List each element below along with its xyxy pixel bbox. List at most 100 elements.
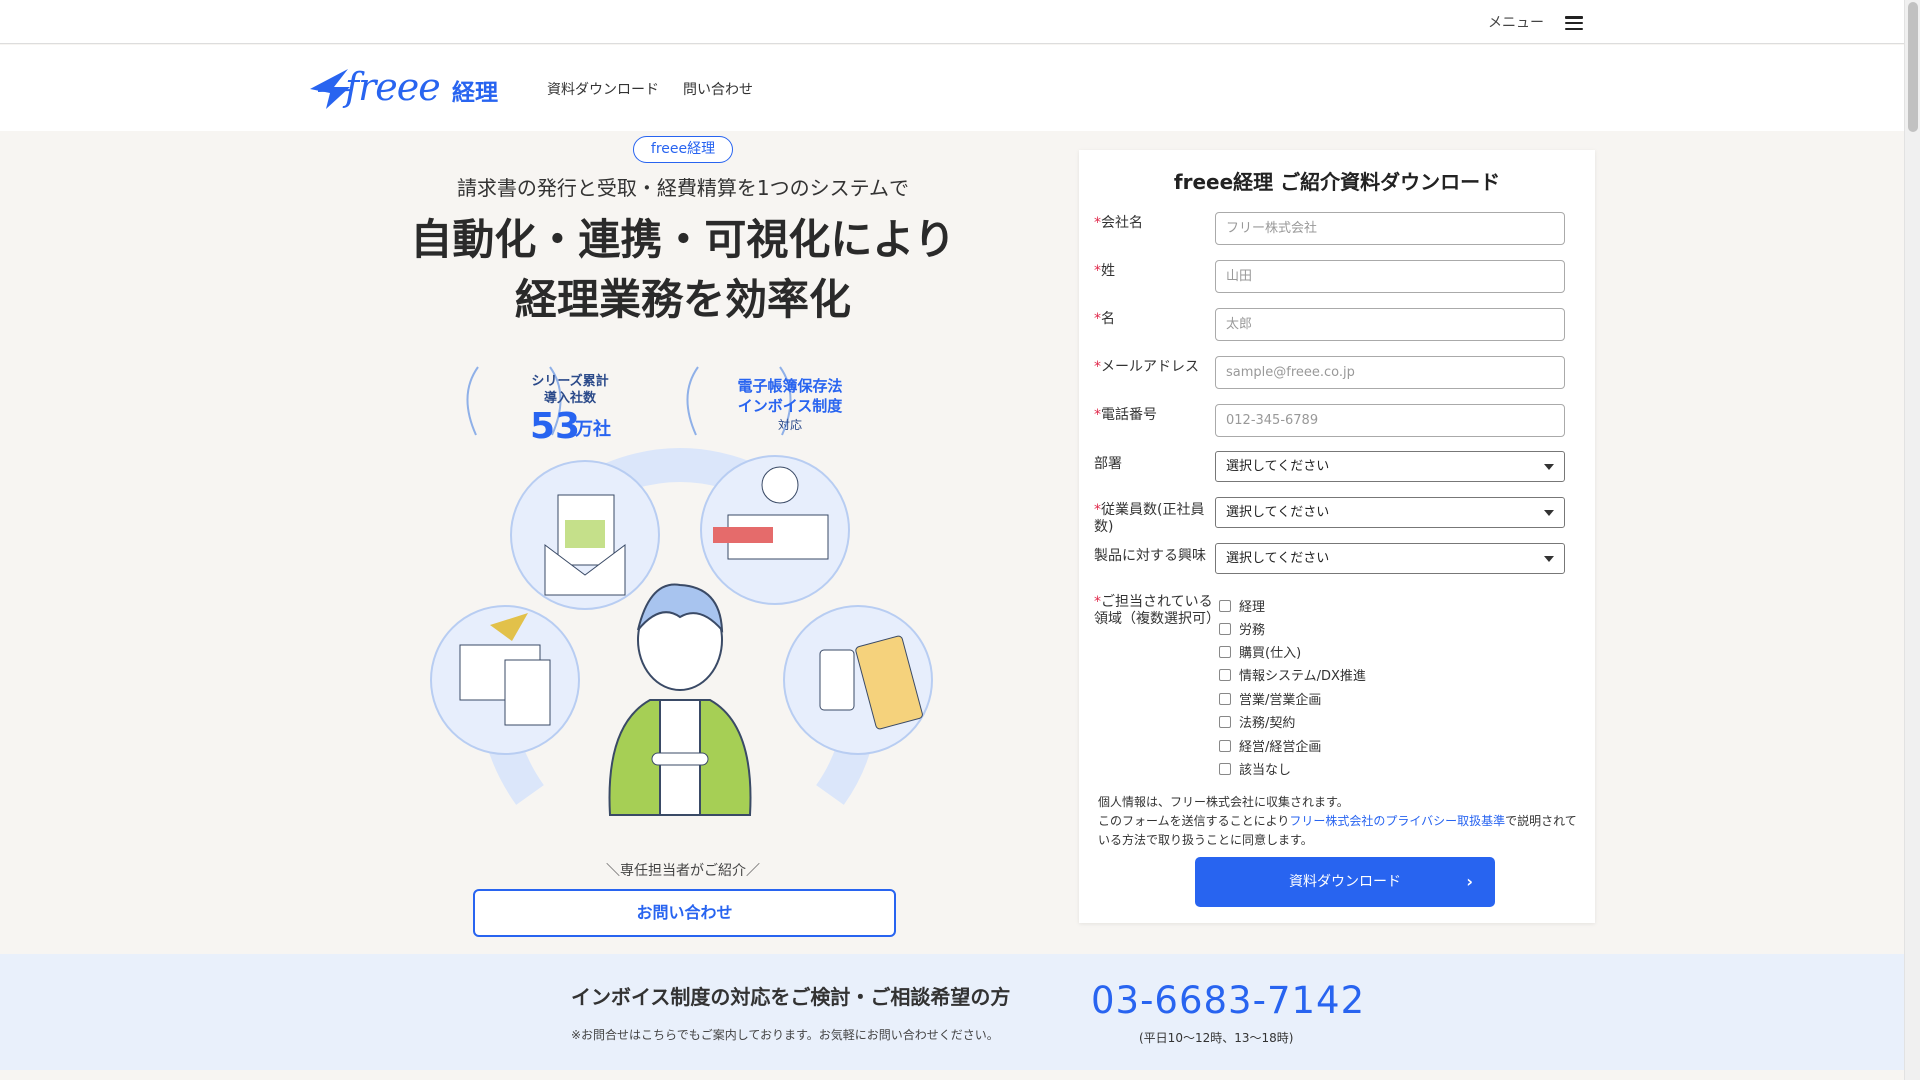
area-checkbox[interactable] [1219,645,1231,658]
area-checkbox-label: 購買(仕入) [1239,646,1302,661]
band-title: インボイス制度の対応をご検討・ご相談希望の方 [571,985,1011,1009]
nav-contact-link[interactable]: 問い合わせ [683,79,753,99]
email-label: *メールアドレス [1094,359,1214,376]
first-name-input[interactable] [1215,308,1565,341]
contact-caption: ＼専任担当者がご紹介／ [606,863,760,879]
phone-input[interactable] [1215,404,1565,437]
hamburger-menu-icon[interactable] [1565,16,1583,30]
email-label-text: メールアドレス [1101,359,1199,375]
email-input[interactable] [1215,356,1565,389]
department-select-value: 選択してください [1226,459,1330,474]
site-header: freee 経理 資料ダウンロード 問い合わせ [0,45,1904,131]
last-name-label: *姓 [1094,263,1214,280]
employees-label: *従業員数(正社員数) [1094,502,1214,536]
award1-line2: 導入社数 [544,390,597,406]
privacy-policy-link[interactable]: フリー株式会社のプライバシー取扱基準 [1289,814,1505,828]
area-checkbox-row[interactable]: 情報システム/DX推進 [1219,665,1366,684]
required-mark: * [1094,594,1101,610]
phone-number[interactable]: 03-6683-7142 [1091,979,1365,1022]
area-checkbox-label: 経営/経営企画 [1239,740,1322,755]
required-mark: * [1094,407,1101,423]
area-checkbox-row[interactable]: 労務 [1219,619,1265,638]
phone-hours: (平日10〜12時、13〜18時) [1139,1031,1294,1045]
area-checkbox-label: 営業/営業企画 [1239,693,1322,708]
band-note: ※お問合せはこちらでもご案内しております。お気軽にお問い合わせください。 [571,1028,999,1042]
logo-product-name: 経理 [452,80,498,106]
company-input[interactable] [1215,212,1565,245]
area-checkbox[interactable] [1219,668,1231,681]
area-checkbox[interactable] [1219,599,1231,612]
award2-line3: 対応 [778,418,802,432]
company-label: *会社名 [1094,215,1214,232]
person-illustration-icon [608,583,752,816]
privacy-text-1: 個人情報は、フリー株式会社に収集されます。 [1098,795,1349,809]
nav-download-link[interactable]: 資料ダウンロード [547,79,659,99]
last-name-label-text: 姓 [1101,263,1115,279]
award1-line1: シリーズ累計 [531,373,608,389]
employees-select-value: 選択してください [1226,505,1330,520]
area-checkbox-label: 労務 [1239,623,1266,638]
submit-button-label: 資料ダウンロード [1289,874,1401,890]
chevron-down-icon [1544,556,1554,562]
area-checkbox-row[interactable]: 法務/契約 [1219,712,1295,731]
chevron-right-icon: › [1466,872,1473,891]
area-checkbox[interactable] [1219,762,1231,775]
area-checkbox-row[interactable]: 経理 [1219,596,1265,615]
hero-subtitle: 請求書の発行と受取・経費精算を1つのシステムで [456,176,910,200]
hero-title-line2: 経理業務を効率化 [514,275,851,324]
award2-line1: 電子帳簿保存法 [737,377,842,395]
interest-select-value: 選択してください [1226,551,1330,566]
contact-button[interactable]: お問い合わせ [473,889,896,937]
award2-line2: インボイス制度 [738,397,844,415]
required-mark: * [1094,263,1101,279]
interest-select[interactable]: 選択してください [1215,543,1565,574]
required-mark: * [1094,359,1101,375]
department-label: 部署 [1094,456,1122,472]
award1-number: 53 [530,406,580,447]
phone-label-text: 電話番号 [1101,407,1157,423]
areas-label: *ご担当されている領域（複数選択可） [1094,594,1220,628]
area-checkbox-label: 該当なし [1239,763,1292,778]
area-checkbox-row[interactable]: 購買(仕入) [1219,642,1301,661]
hero-illustration: シリーズ累計 導入社数 53 万社 電子帳簿保存法 インボイス制度 対応 [430,366,933,816]
first-name-label-text: 名 [1101,311,1115,327]
areas-label-text: ご担当されている領域（複数選択可） [1094,594,1220,627]
company-label-text: 会社名 [1101,215,1143,231]
hero-title: 自動化・連携・可視化により 経理業務を効率化 [340,210,1026,330]
privacy-text-2: このフォームを送信することにより [1098,814,1290,828]
area-checkbox-label: 経理 [1239,600,1266,615]
last-name-input[interactable] [1215,260,1565,293]
area-checkbox[interactable] [1219,715,1231,728]
area-checkbox-label: 情報システム/DX推進 [1239,669,1366,684]
employees-label-text: 従業員数(正社員数) [1094,502,1205,535]
award1-unit: 万社 [574,418,611,440]
chevron-down-icon [1544,510,1554,516]
required-mark: * [1094,215,1101,231]
required-mark: * [1094,311,1101,327]
employees-select[interactable]: 選択してください [1215,497,1565,528]
area-checkbox[interactable] [1219,622,1231,635]
scrollbar-thumb[interactable] [1908,2,1918,132]
utility-bar: メニュー [0,0,1904,44]
area-checkbox[interactable] [1219,739,1231,752]
area-checkbox-label: 法務/契約 [1239,716,1296,731]
logo-text: freee [345,65,441,109]
area-checkbox[interactable] [1219,692,1231,705]
invoice-consult-band: インボイス制度の対応をご検討・ご相談希望の方 ※お問合せはこちらでもご案内してお… [0,954,1904,1070]
area-checkbox-row[interactable]: 経営/経営企画 [1219,736,1321,755]
required-mark: * [1094,502,1101,518]
page-scrollbar[interactable] [1904,0,1920,1080]
interest-label: 製品に対する興味 [1094,548,1206,564]
area-checkbox-row[interactable]: 該当なし [1219,759,1291,778]
hero-title-line1: 自動化・連携・可視化により [410,215,956,264]
area-checkbox-row[interactable]: 営業/営業企画 [1219,689,1321,708]
form-title: freee経理 ご紹介資料ダウンロード [1173,170,1501,194]
department-select[interactable]: 選択してください [1215,451,1565,482]
download-submit-button[interactable]: 資料ダウンロード › [1195,857,1495,907]
menu-label[interactable]: メニュー [1488,12,1544,32]
chevron-down-icon [1544,464,1554,470]
phone-label: *電話番号 [1094,407,1214,424]
download-form-card: freee経理 ご紹介資料ダウンロード *会社名 *姓 *名 *メールアドレス … [1079,150,1595,923]
first-name-label: *名 [1094,311,1214,328]
product-badge: freee経理 [633,136,733,163]
